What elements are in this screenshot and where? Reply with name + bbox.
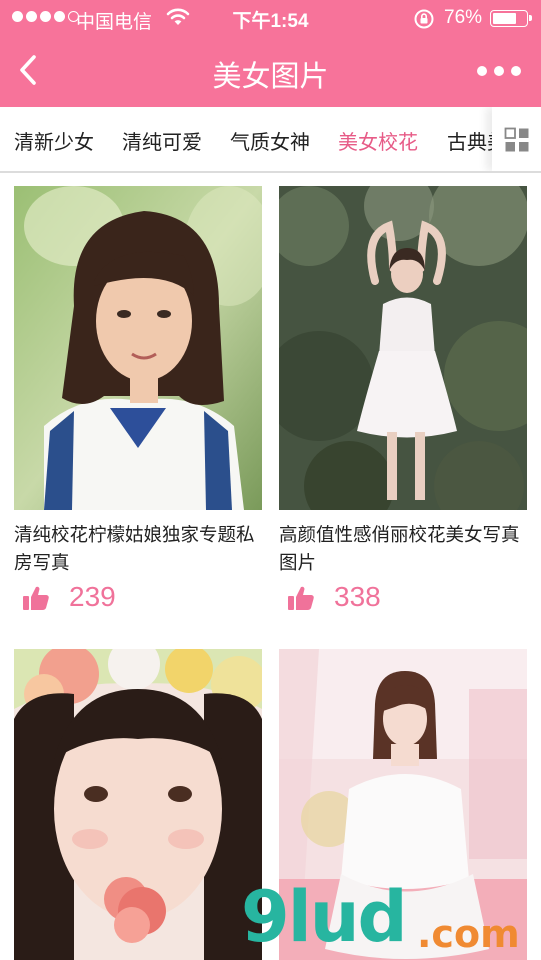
card-photo[interactable] xyxy=(279,186,527,510)
category-tabs: 清新少女 清纯可爱 气质女神 美女校花 古典美 xyxy=(0,107,492,171)
watermark-logo: 9lud .com xyxy=(241,876,541,960)
battery-percent: 76% xyxy=(444,7,483,28)
tab-qizhi-nvshen[interactable]: 气质女神 xyxy=(230,126,310,155)
status-bar: 中国电信 下午1:54 76% xyxy=(0,0,541,36)
more-dots-icon xyxy=(477,66,487,76)
photo-card[interactable]: 高颜值性感俏丽校花美女写真图片 338 xyxy=(279,186,527,621)
like-count: 338 xyxy=(334,581,381,612)
page-title: 美女图片 xyxy=(212,61,329,93)
photo-card[interactable] xyxy=(14,649,262,960)
photo-feed: 清纯校花柠檬姑娘独家专题私房写真 239 高颜值性感俏丽校花美女写真图片 338 xyxy=(0,175,541,960)
category-grid-button[interactable] xyxy=(492,107,541,171)
thumbs-up-icon xyxy=(288,586,314,610)
rotation-lock-icon xyxy=(413,8,435,36)
like-button[interactable]: 239 xyxy=(14,581,262,621)
grid-menu-icon xyxy=(504,127,529,152)
like-button[interactable]: 338 xyxy=(279,581,527,621)
thumbs-up-icon xyxy=(23,586,49,610)
tab-qingchun-keai[interactable]: 清纯可爱 xyxy=(122,126,202,155)
tab-meinv-xiaohua[interactable]: 美女校花 xyxy=(338,126,418,155)
tab-gudian-mei[interactable]: 古典美 xyxy=(447,126,492,155)
more-button[interactable] xyxy=(477,62,521,80)
category-tab-bar: 清新少女 清纯可爱 气质女神 美女校花 古典美 xyxy=(0,107,541,173)
card-caption: 高颜值性感俏丽校花美女写真图片 xyxy=(279,524,520,573)
photo-card[interactable]: 清纯校花柠檬姑娘独家专题私房写真 239 xyxy=(14,186,262,621)
battery-icon xyxy=(490,10,532,27)
card-photo[interactable] xyxy=(14,649,262,960)
like-count: 239 xyxy=(69,581,116,612)
card-photo[interactable] xyxy=(14,186,262,510)
card-caption: 清纯校花柠檬姑娘独家专题私房写真 xyxy=(14,524,255,573)
watermark-suffix: .com xyxy=(417,912,520,956)
tab-qingxin-shaonv[interactable]: 清新少女 xyxy=(14,126,94,155)
nav-bar: 美女图片 xyxy=(0,36,541,107)
watermark-main: 9lud xyxy=(241,876,408,958)
